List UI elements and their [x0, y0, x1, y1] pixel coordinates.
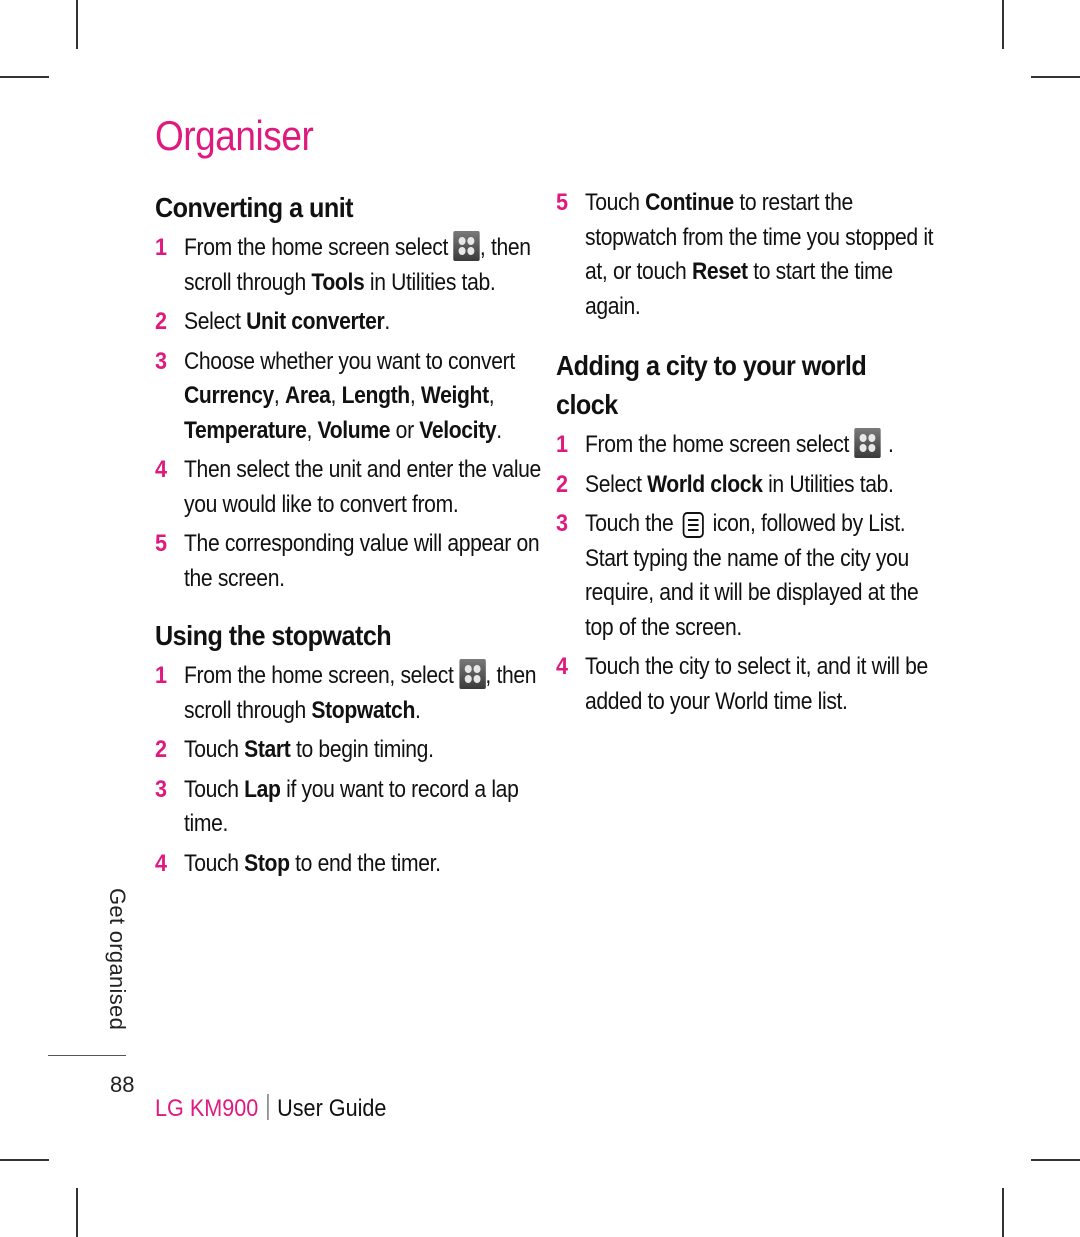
step-keyword: Weight: [420, 382, 489, 409]
step-text: The corresponding value will appear on t…: [184, 530, 540, 592]
list-item: 5 The corresponding value will appear on…: [155, 527, 545, 596]
crop-mark: [0, 76, 49, 78]
step-keyword: Length: [341, 382, 411, 409]
step-keyword: Temperature: [184, 416, 307, 444]
step-number: 4: [155, 849, 167, 877]
section-heading-stopwatch: Using the stopwatch: [155, 620, 392, 651]
step-keyword: Velocity: [419, 416, 497, 444]
step-number: 1: [556, 431, 568, 458]
step-keyword: Stop: [244, 849, 290, 877]
options-menu-icon: [682, 512, 704, 538]
step-keyword: Tools: [311, 268, 365, 296]
step-keyword: Volume: [317, 416, 391, 444]
footer: LG KM900 User Guide: [155, 1094, 386, 1123]
converting-steps: 1 From the home screen select , then scr…: [155, 231, 545, 596]
footer-guide: User Guide: [277, 1095, 387, 1122]
step-keyword: Stopwatch: [311, 696, 415, 724]
step-text: Select: [184, 308, 247, 335]
step-number: 5: [155, 530, 167, 557]
step-number: 4: [556, 653, 568, 680]
step-keyword: Continue: [645, 189, 734, 216]
footer-brand: LG KM900: [155, 1095, 259, 1122]
list-item: 4 Touch the city to select it, and it wi…: [556, 650, 946, 719]
step-text: Choose whether you want to convert: [184, 347, 515, 375]
side-tab-label: Get organised: [105, 888, 130, 1031]
step-text: .: [384, 308, 390, 335]
step-number: 3: [556, 510, 568, 537]
right-column: 5 Touch Continue to restart the stopwatc…: [556, 186, 946, 724]
crop-mark: [76, 1188, 78, 1237]
stopwatch-steps: 1 From the home screen, select , then sc…: [155, 659, 545, 881]
crop-mark: [76, 0, 78, 49]
section-heading-converting: Converting a unit: [155, 192, 354, 223]
page-title: Organiser: [155, 112, 314, 159]
step-number: 2: [556, 470, 568, 498]
crop-mark: [1031, 1159, 1080, 1161]
list-item: 4 Touch Stop to end the timer.: [155, 847, 545, 882]
step-text: in Utilities tab.: [364, 268, 496, 296]
crop-mark: [1002, 0, 1004, 49]
crop-mark: [1002, 1188, 1004, 1237]
step-keyword: Area: [284, 382, 331, 409]
step-keyword: Reset: [691, 258, 748, 285]
list-item: 3 Choose whether you want to convert Cur…: [155, 345, 545, 449]
menu-grid-icon: [459, 659, 486, 689]
page-number: 88: [110, 1072, 135, 1097]
list-item: 2 Touch Start to begin timing.: [155, 733, 545, 768]
section-heading-world-clock: Adding a city to your world clock: [556, 350, 867, 420]
step-keyword: Currency: [184, 382, 274, 409]
list-item: 3 Touch the icon, followed by List. Star…: [556, 507, 946, 645]
world-clock-steps: 1 From the home screen select . 2 Select…: [556, 428, 946, 719]
list-item: 1 From the home screen select .: [556, 428, 946, 463]
step-number: 1: [155, 234, 167, 261]
step-text: Then select the unit and enter the value…: [184, 456, 541, 518]
step-keyword: Lap: [244, 775, 281, 803]
step-text: From the home screen, select: [184, 662, 460, 689]
divider: [48, 1055, 126, 1056]
left-column: Converting a unit 1 From the home screen…: [155, 188, 545, 886]
list-item: 3 Touch Lap if you want to record a lap …: [155, 773, 545, 842]
step-number: 1: [155, 662, 167, 689]
step-number: 4: [155, 456, 167, 483]
list-item: 5 Touch Continue to restart the stopwatc…: [556, 186, 946, 324]
list-item: 2 Select Unit converter.: [155, 305, 545, 340]
stopwatch-steps-continued: 5 Touch Continue to restart the stopwatc…: [556, 186, 946, 324]
footer-separator: [267, 1094, 269, 1120]
step-number: 2: [155, 736, 167, 763]
step-number: 2: [155, 308, 167, 335]
step-number: 3: [155, 775, 167, 803]
step-number: 5: [556, 189, 568, 216]
crop-mark: [1031, 76, 1080, 78]
crop-mark: [0, 1159, 49, 1161]
list-item: 4 Then select the unit and enter the val…: [155, 453, 545, 522]
step-text: From the home screen select: [184, 234, 454, 261]
step-number: 3: [155, 347, 167, 375]
list-item: 1 From the home screen select , then scr…: [155, 231, 545, 300]
step-keyword: World clock: [647, 470, 763, 498]
menu-grid-icon: [854, 428, 881, 458]
menu-grid-icon: [453, 231, 480, 261]
list-item: 2 Select World clock in Utilities tab.: [556, 468, 946, 503]
step-keyword: Unit converter: [246, 308, 385, 335]
step-text: Touch the city to select it, and it will…: [585, 653, 928, 715]
list-item: 1 From the home screen, select , then sc…: [155, 659, 545, 728]
step-keyword: Start: [244, 736, 291, 763]
